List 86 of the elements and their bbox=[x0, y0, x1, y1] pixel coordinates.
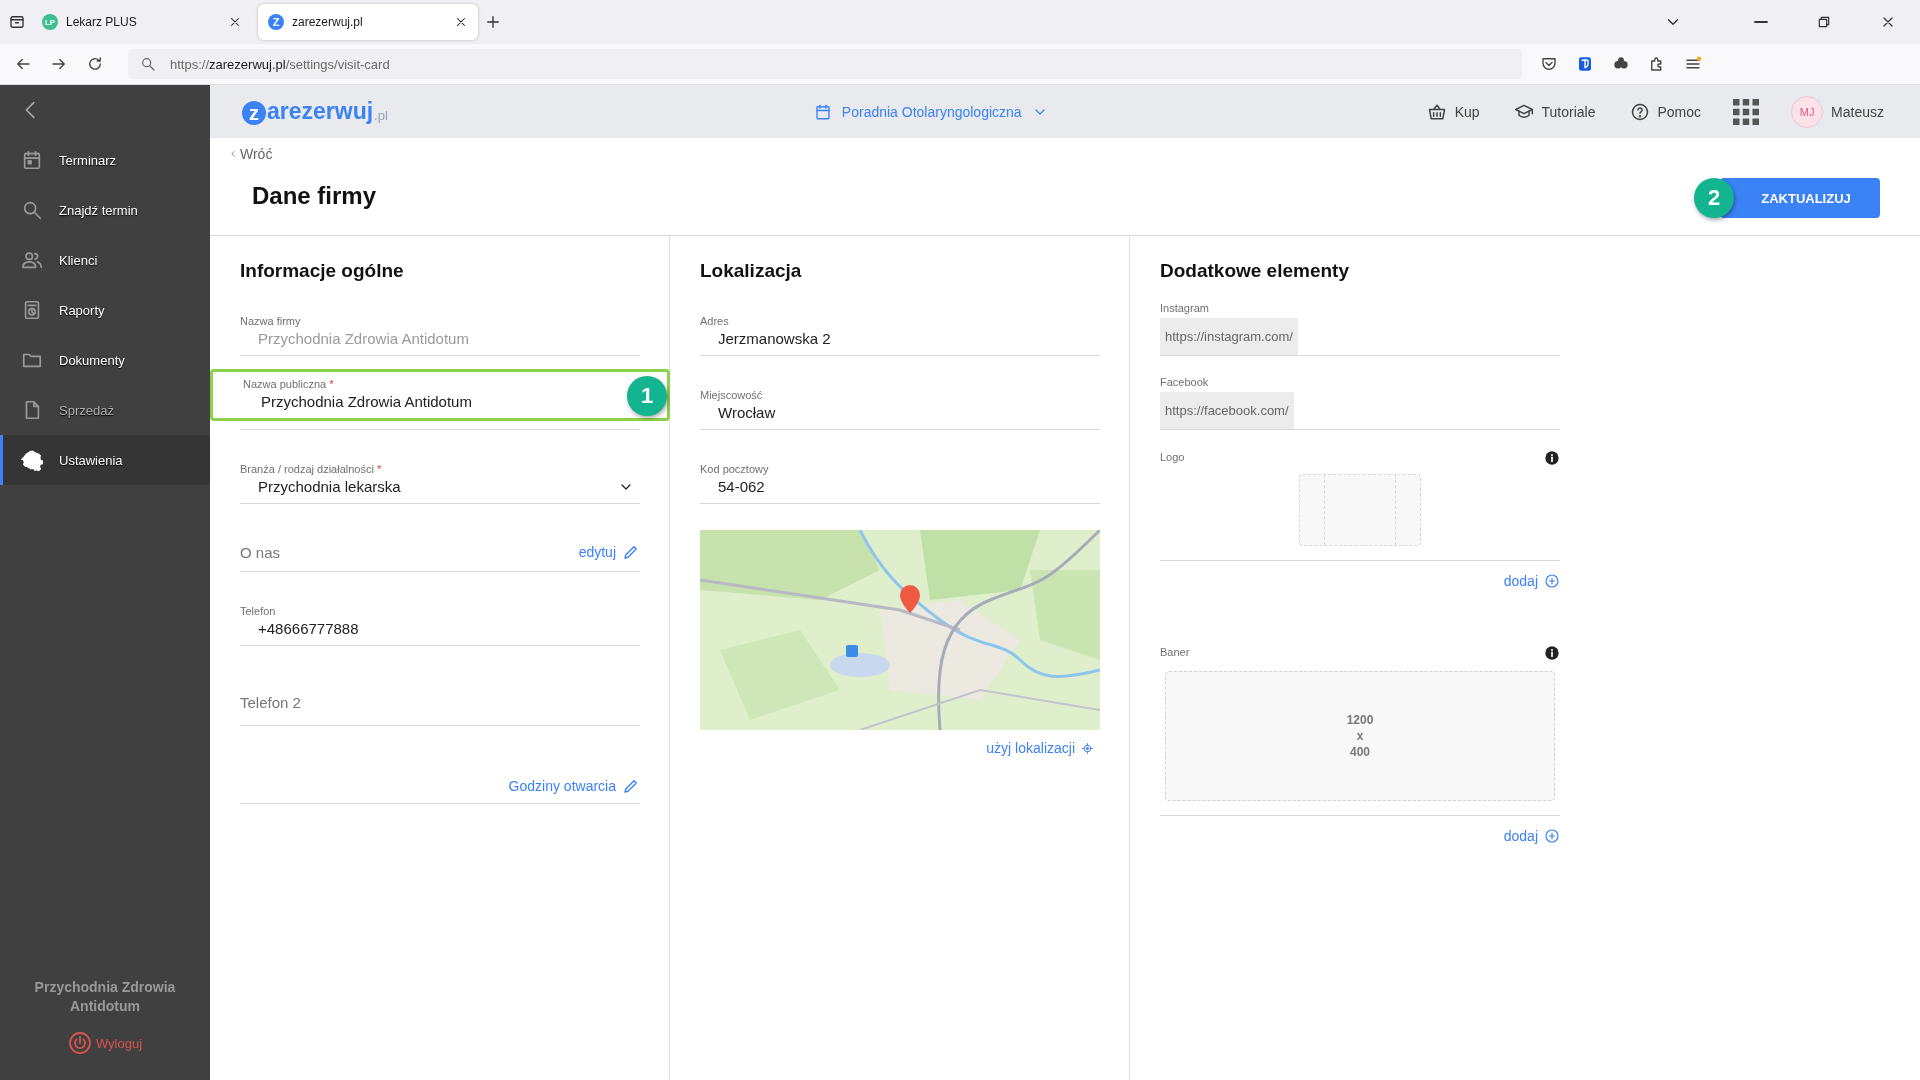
sidebar-item[interactable]: Raporty bbox=[0, 285, 210, 335]
required-mark: * bbox=[376, 463, 382, 475]
add-link[interactable]: dodaj bbox=[1503, 573, 1560, 589]
url-field[interactable]: https://instagram.com/ bbox=[1160, 317, 1560, 356]
size-hint: 400 bbox=[1350, 745, 1370, 759]
add-link[interactable]: dodaj bbox=[1503, 828, 1560, 844]
close-icon bbox=[228, 15, 242, 29]
nav-link[interactable]: Kup bbox=[1420, 100, 1486, 123]
text-field[interactable]: Przychodnia Zdrowia Antidotum bbox=[261, 393, 472, 410]
text-field[interactable]: +48666777888 bbox=[258, 620, 359, 637]
field-label: Kod pocztowy bbox=[700, 463, 769, 475]
update-button[interactable]: ZAKTUALIZUJ bbox=[1720, 178, 1880, 218]
page-title: Dane firmy bbox=[252, 182, 377, 210]
organization-name: Przychodnia Zdrowia Antidotum bbox=[33, 978, 177, 1016]
search-icon bbox=[21, 199, 43, 221]
url-field[interactable]: https://facebook.com/ bbox=[1160, 391, 1560, 430]
field-label: Adres bbox=[700, 315, 729, 327]
sidebar-item[interactable]: Terminarz bbox=[0, 135, 210, 185]
nav-link[interactable]: Pomoc bbox=[1623, 100, 1708, 123]
section-title: Lokalizacja bbox=[700, 260, 803, 282]
field-label: Nazwa firmy bbox=[240, 315, 301, 327]
required-mark: * bbox=[329, 378, 334, 390]
text-field[interactable]: Wrocław bbox=[718, 404, 776, 421]
apps-grid-icon[interactable] bbox=[1733, 98, 1760, 125]
sidebar-item[interactable]: Znajdź termin bbox=[0, 185, 210, 235]
pencil-icon bbox=[622, 543, 640, 561]
location-target-icon bbox=[1081, 741, 1094, 755]
sidebar-item[interactable]: Dokumenty bbox=[0, 335, 210, 385]
url-prefix: https://facebook.com/ bbox=[1160, 392, 1294, 429]
phone-field[interactable]: Telefon 2 bbox=[240, 694, 640, 711]
shield-icon bbox=[1576, 55, 1594, 73]
size-hint: x bbox=[1356, 729, 1364, 743]
calendar-icon bbox=[21, 149, 43, 171]
text-field[interactable]: 54-062 bbox=[718, 478, 765, 495]
avatar: MJ bbox=[1791, 95, 1824, 128]
pocket-icon bbox=[1540, 55, 1558, 73]
field-label: Instagram bbox=[1160, 302, 1209, 314]
nav-link[interactable]: Tutoriale bbox=[1507, 100, 1602, 123]
field-label: Branża / rodzaj działalności bbox=[240, 463, 374, 475]
select-field[interactable]: Przychodnia lekarska bbox=[258, 478, 401, 495]
plus-circle-icon bbox=[1544, 828, 1560, 844]
opening-hours-link[interactable]: Godziny otwarcia bbox=[508, 777, 640, 795]
field-label: Facebook bbox=[1160, 376, 1209, 388]
info-icon bbox=[1544, 645, 1560, 661]
about-field[interactable]: O nas edytuj bbox=[240, 504, 640, 572]
tab-list-icon bbox=[8, 13, 26, 31]
use-location-link[interactable]: użyj lokalizacji bbox=[986, 740, 1094, 756]
section-title: Informacje ogólne bbox=[240, 260, 405, 282]
field-label: Baner bbox=[1160, 645, 1190, 658]
user-menu[interactable]: MJ Mateusz bbox=[1785, 94, 1890, 129]
field-placeholder: O nas bbox=[240, 543, 281, 561]
field-label: Telefon bbox=[240, 605, 276, 617]
plus-circle-icon bbox=[1544, 573, 1560, 589]
step-badge: 1 bbox=[627, 376, 667, 416]
people-icon bbox=[21, 249, 43, 271]
back-link[interactable]: Wróć bbox=[228, 146, 273, 162]
banner-dropzone[interactable]: 1200 x 400 bbox=[1165, 671, 1555, 801]
edit-link[interactable]: edytuj bbox=[578, 543, 640, 561]
pencil-icon bbox=[622, 777, 640, 795]
reload-icon bbox=[86, 55, 104, 73]
minimize-icon bbox=[1754, 21, 1768, 23]
browser-tab[interactable]: LP Lekarz PLUS bbox=[32, 4, 252, 40]
size-hint: 1200 bbox=[1346, 713, 1374, 727]
browser-tab[interactable]: Z zarezerwuj.pl bbox=[258, 4, 478, 40]
sidebar-item[interactable]: Ustawienia bbox=[0, 435, 210, 485]
section-title: Dodatkowe elementy bbox=[1160, 260, 1350, 282]
close-icon bbox=[454, 15, 468, 29]
restore-icon bbox=[1816, 14, 1832, 30]
search-icon bbox=[140, 56, 156, 72]
chevron-left-icon bbox=[228, 148, 238, 160]
favicon-icon: LP bbox=[42, 14, 58, 30]
field-label: Miejscowość bbox=[700, 389, 763, 401]
text-field[interactable]: Jerzmanowska 2 bbox=[718, 330, 831, 347]
logo[interactable]: z arezerwuj.pl bbox=[242, 98, 388, 125]
favicon-icon: Z bbox=[268, 14, 284, 30]
power-icon bbox=[67, 1031, 92, 1055]
sidebar-item[interactable]: Klienci bbox=[0, 235, 210, 285]
field-label: Logo bbox=[1160, 450, 1185, 463]
help-icon bbox=[1629, 101, 1650, 122]
calendar-icon bbox=[813, 102, 832, 121]
field-label: Nazwa publiczna bbox=[243, 378, 327, 390]
new-tab-icon bbox=[484, 13, 502, 31]
step-badge: 2 bbox=[1694, 178, 1734, 218]
address-bar[interactable]: https://zarezerwuj.pl/settings/visit-card bbox=[128, 49, 1522, 79]
info-icon bbox=[1544, 450, 1560, 466]
url-prefix: https://instagram.com/ bbox=[1160, 318, 1298, 355]
